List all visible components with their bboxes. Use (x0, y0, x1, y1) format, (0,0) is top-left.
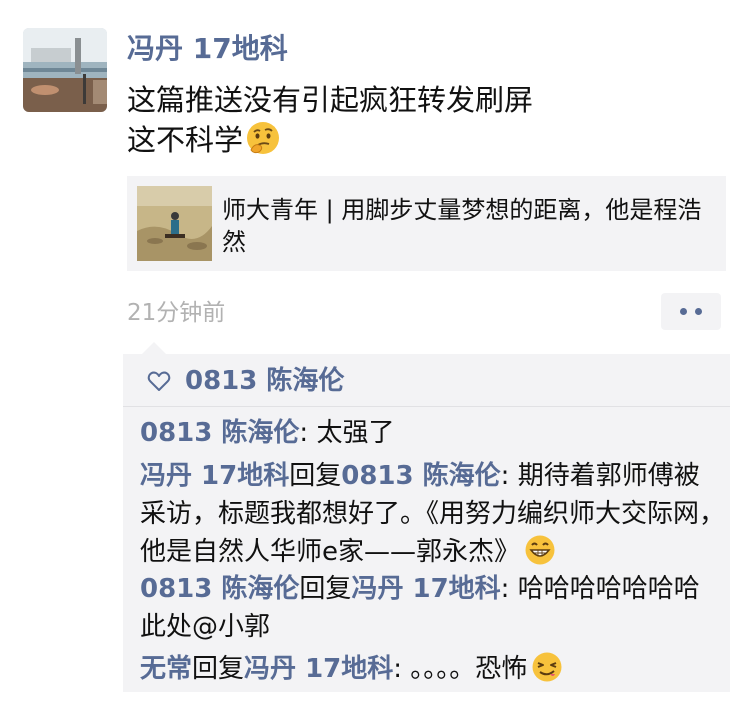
shared-article-thumbnail (137, 186, 212, 261)
comments-panel: 0813 陈海伦 0813 陈海伦: 太强了 冯丹 17地科回复0813 陈海伦… (123, 354, 730, 692)
comment-separator: : (500, 574, 518, 604)
post-text-line-2: 这不科学 (127, 120, 727, 160)
comment-user[interactable]: 冯丹 17地科 (140, 461, 289, 491)
comment-item[interactable]: 无常回复冯丹 17地科: 。。。。恐怖 (140, 650, 725, 688)
comment-text: 太强了 (316, 418, 395, 448)
comment-user[interactable]: 0813 陈海伦 (140, 418, 299, 448)
comment-reply-word: 回复 (299, 574, 352, 604)
comment-reply-target[interactable]: 冯丹 17地科 (244, 654, 393, 684)
author-name[interactable]: 冯丹 17地科 (127, 30, 288, 68)
article-thumbnail-image (137, 186, 212, 261)
comment-panel-arrow (142, 342, 166, 354)
likes-row: 0813 陈海伦 (147, 362, 344, 400)
more-dot-icon (680, 308, 687, 315)
comment-text: 。。。。恐怖 (410, 654, 528, 684)
shared-article-title: 师大青年 | 用脚步丈量梦想的距离，他是程浩然 (222, 196, 702, 256)
more-dot-icon (695, 308, 702, 315)
comment-separator: : (299, 418, 317, 448)
post-timestamp: 21分钟前 (127, 300, 226, 326)
smirking-squint-face-icon (532, 652, 562, 682)
thinking-face-icon (247, 122, 280, 154)
comment-user[interactable]: 无常 (140, 654, 192, 684)
likes-divider (123, 406, 730, 407)
comment-reply-target[interactable]: 冯丹 17地科 (351, 574, 500, 604)
comment-separator: : (500, 461, 518, 491)
comment-separator: : (393, 654, 411, 684)
comment-reply-target[interactable]: 0813 陈海伦 (341, 461, 500, 491)
heart-icon (147, 371, 171, 391)
comment-reply-word: 回复 (192, 654, 245, 684)
comment-reply-word: 回复 (289, 461, 342, 491)
comment-item[interactable]: 0813 陈海伦: 太强了 (140, 414, 725, 452)
grinning-face-icon (525, 535, 555, 565)
more-actions-button[interactable] (661, 293, 721, 330)
post-text: 这篇推送没有引起疯狂转发刷屏 这不科学 (127, 80, 727, 160)
comment-item[interactable]: 0813 陈海伦回复冯丹 17地科: 哈哈哈哈哈哈哈此处@小郭 (140, 570, 725, 646)
comment-item[interactable]: 冯丹 17地科回复0813 陈海伦: 期待着郭师傅被采访，标题我都想好了。《用努… (140, 457, 725, 571)
avatar-photo (23, 28, 107, 112)
comment-user[interactable]: 0813 陈海伦 (140, 574, 299, 604)
post-text-line-1: 这篇推送没有引起疯狂转发刷屏 (127, 83, 534, 117)
shared-article-card[interactable]: 师大青年 | 用脚步丈量梦想的距离，他是程浩然 (127, 176, 726, 271)
author-avatar[interactable] (23, 28, 107, 112)
post-text-line-2-text: 这不科学 (127, 123, 244, 157)
liker-name[interactable]: 0813 陈海伦 (185, 362, 344, 400)
